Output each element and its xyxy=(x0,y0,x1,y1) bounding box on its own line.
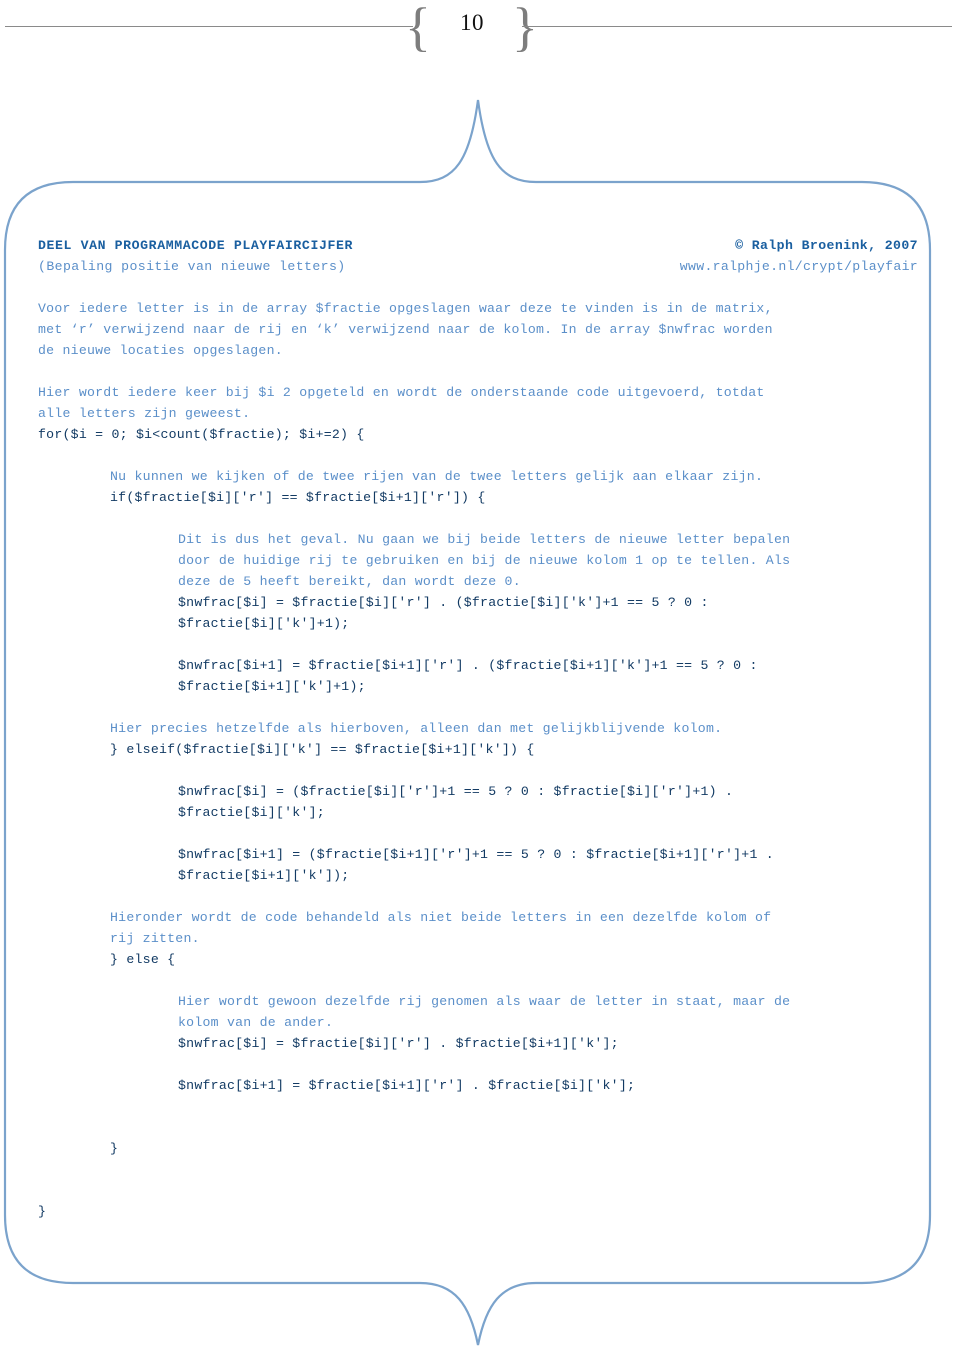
code-listing: Voor iedere letter is in de array $fract… xyxy=(38,298,918,1222)
website-url: www.ralphje.nl/crypt/playfair xyxy=(679,259,918,274)
listing-comment-line: kolom van de ander. xyxy=(178,1015,334,1030)
header-rule-right xyxy=(522,26,952,27)
listing-blank-line xyxy=(38,886,918,907)
document-title-row: DEEL VAN PROGRAMMACODE PLAYFAIRCIJFER (B… xyxy=(38,238,918,284)
listing-comment-line: Hier wordt iedere keer bij $i 2 opgeteld… xyxy=(38,385,765,400)
listing-code-line: $nwfrac[$i] = ($fractie[$i]['r']+1 == 5 … xyxy=(178,784,734,799)
listing-code-line: } else { xyxy=(110,952,176,967)
listing-code-line: $nwfrac[$i+1] = $fractie[$i+1]['r'] . ($… xyxy=(178,658,758,673)
listing-comment-line: Nu kunnen we kijken of de twee rijen van… xyxy=(110,469,764,484)
listing-code-line: $fractie[$i+1]['k']+1); xyxy=(178,679,366,694)
header-rule-left xyxy=(5,26,413,27)
listing-code-line: for($i = 0; $i<count($fractie); $i+=2) { xyxy=(38,427,365,442)
listing-code-line: $nwfrac[$i+1] = ($fractie[$i+1]['r']+1 =… xyxy=(178,847,774,862)
listing-code-line: } xyxy=(38,1204,47,1219)
page-number: 10 xyxy=(460,10,484,35)
listing-blank-line xyxy=(38,823,918,844)
listing-blank-line xyxy=(38,508,918,529)
listing-blank-line xyxy=(38,361,918,382)
listing-code-line: $nwfrac[$i] = $fractie[$i]['r'] . $fract… xyxy=(178,1036,619,1051)
listing-blank-line xyxy=(38,1117,918,1138)
listing-code-line: $fractie[$i]['k']; xyxy=(178,805,325,820)
listing-blank-line xyxy=(38,1159,918,1180)
listing-blank-line xyxy=(38,970,918,991)
listing-code-line: } xyxy=(110,1141,119,1156)
listing-code-line: } elseif($fractie[$i]['k'] == $fractie[$… xyxy=(110,742,535,757)
document-subtitle: (Bepaling positie van nieuwe letters) xyxy=(38,259,346,274)
listing-comment-line: Dit is dus het geval. Nu gaan we bij bei… xyxy=(178,532,791,547)
header-brace-right-icon: } xyxy=(512,0,538,57)
listing-code-line: if($fractie[$i]['r'] == $fractie[$i+1]['… xyxy=(110,490,486,505)
listing-comment-line: de nieuwe locaties opgeslagen. xyxy=(38,343,283,358)
listing-code-line: $fractie[$i+1]['k']); xyxy=(178,868,350,883)
listing-blank-line xyxy=(38,634,918,655)
listing-blank-line xyxy=(38,1054,918,1075)
listing-comment-line: alle letters zijn geweest. xyxy=(38,406,251,421)
page-header: { 10 } xyxy=(0,0,960,70)
listing-blank-line xyxy=(38,1180,918,1201)
listing-comment-line: rij zitten. xyxy=(110,931,200,946)
copyright-notice: © Ralph Broenink, 2007 xyxy=(735,238,918,253)
listing-comment-line: Hier precies hetzelfde als hierboven, al… xyxy=(110,721,723,736)
listing-comment-line: deze de 5 heeft bereikt, dan wordt deze … xyxy=(178,574,521,589)
document-title: DEEL VAN PROGRAMMACODE PLAYFAIRCIJFER xyxy=(38,238,354,253)
listing-code-line: $nwfrac[$i] = $fractie[$i]['r'] . ($frac… xyxy=(178,595,709,610)
listing-code-line: $fractie[$i]['k']+1); xyxy=(178,616,350,631)
listing-comment-line: Hier wordt gewoon dezelfde rij genomen a… xyxy=(178,994,791,1009)
listing-comment-line: met ‘r’ verwijzend naar de rij en ‘k’ ve… xyxy=(38,322,773,337)
listing-blank-line xyxy=(38,445,918,466)
document-content: DEEL VAN PROGRAMMACODE PLAYFAIRCIJFER (B… xyxy=(38,238,918,1222)
header-brace-left-icon: { xyxy=(405,0,431,57)
listing-blank-line xyxy=(38,697,918,718)
listing-code-line: $nwfrac[$i+1] = $fractie[$i+1]['r'] . $f… xyxy=(178,1078,636,1093)
listing-comment-line: door de huidige rij te gebruiken en bij … xyxy=(178,553,791,568)
listing-blank-line xyxy=(38,760,918,781)
listing-blank-line xyxy=(38,1096,918,1117)
listing-comment-line: Voor iedere letter is in de array $fract… xyxy=(38,301,773,316)
listing-comment-line: Hieronder wordt de code behandeld als ni… xyxy=(110,910,772,925)
